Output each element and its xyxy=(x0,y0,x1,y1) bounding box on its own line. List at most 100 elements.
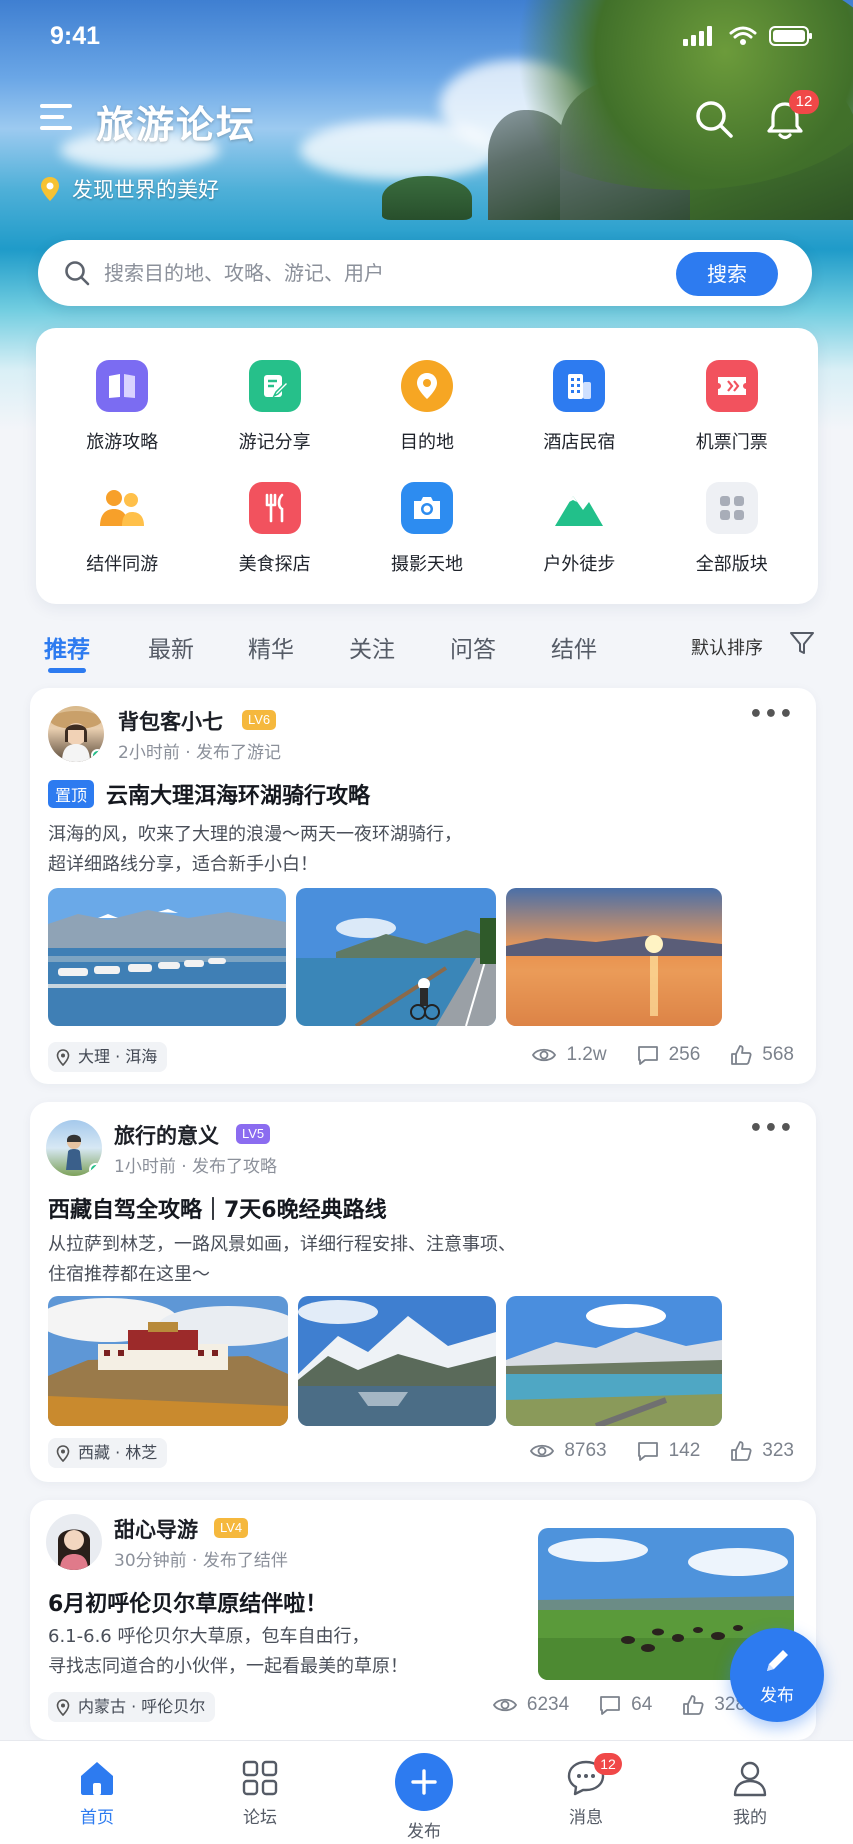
tab-qa[interactable]: 问答 xyxy=(450,630,496,664)
category-all[interactable]: 全部版块 xyxy=(656,468,808,590)
fab-label: 发布 xyxy=(760,1685,794,1706)
avatar[interactable] xyxy=(46,1120,102,1176)
plus-icon xyxy=(395,1753,453,1811)
more-icon[interactable]: ••• xyxy=(749,1116,794,1141)
edit-note-icon xyxy=(248,360,301,412)
location-chip[interactable]: 西藏 · 林芝 xyxy=(48,1438,168,1468)
page-title: 旅游论坛 xyxy=(96,103,257,147)
fork-knife-icon xyxy=(248,482,301,534)
category-tickets[interactable]: 机票门票 xyxy=(656,346,808,468)
nav-label: 首页 xyxy=(80,1808,114,1828)
nav-messages[interactable]: 12 消息 xyxy=(526,1753,646,1828)
comments-stat[interactable]: 142 xyxy=(637,1440,700,1462)
nav-home[interactable]: 首页 xyxy=(37,1759,157,1828)
category-food[interactable]: 美食探店 xyxy=(198,468,350,590)
author-name[interactable]: 甜心导游 xyxy=(114,1514,198,1544)
location-pin-icon xyxy=(56,1445,70,1462)
avatar[interactable] xyxy=(48,706,104,762)
online-indicator xyxy=(91,749,104,762)
location-pin-icon xyxy=(56,1699,70,1716)
filter-icon[interactable] xyxy=(789,630,815,656)
search-bar: 搜索 xyxy=(38,240,812,306)
post-card[interactable]: 甜心导游 LV4 30分钟前 · 发布了结伴 6月初呼伦贝尔草原结伴啦！ 6.1… xyxy=(30,1500,816,1740)
tab-buddy[interactable]: 结伴 xyxy=(551,630,597,664)
likes-stat[interactable]: 568 xyxy=(730,1044,794,1066)
nav-publish[interactable]: 发布 xyxy=(364,1753,484,1842)
location-tagline: 发现世界的美好 xyxy=(40,174,219,204)
category-travel-buddy[interactable]: 结伴同游 xyxy=(46,468,198,590)
category-label: 游记分享 xyxy=(238,432,311,453)
post-image[interactable] xyxy=(298,1296,496,1426)
post-title[interactable]: 西藏自驾全攻略｜7天6晚经典路线 xyxy=(48,1192,387,1224)
location-chip[interactable]: 内蒙古 · 呼伦贝尔 xyxy=(48,1692,216,1722)
post-title[interactable]: 6月初呼伦贝尔草原结伴啦！ xyxy=(48,1586,327,1618)
eye-icon xyxy=(530,1444,555,1458)
location-chip[interactable]: 大理 · 洱海 xyxy=(48,1042,168,1072)
comments-stat[interactable]: 256 xyxy=(637,1044,700,1066)
category-hotel[interactable]: 酒店民宿 xyxy=(503,346,655,468)
post-desc-line: 寻找志同道合的小伙伴，一起看最美的草原！ xyxy=(48,1656,408,1677)
nav-label: 论坛 xyxy=(243,1808,277,1828)
nav-label: 我的 xyxy=(733,1808,767,1828)
views-stat: 8763 xyxy=(530,1440,607,1462)
post-description: 6.1-6.6 呼伦贝尔大草原，包车自由行， 寻找志同道合的小伙伴，一起看最美的… xyxy=(48,1622,408,1682)
grid-icon xyxy=(242,1760,278,1796)
post-image[interactable] xyxy=(506,1296,722,1426)
post-meta: 30分钟前 · 发布了结伴 xyxy=(114,1551,288,1571)
battery-icon xyxy=(769,26,812,46)
tab-following[interactable]: 关注 xyxy=(349,630,395,664)
sort-dropdown[interactable]: 默认排序 xyxy=(691,634,763,660)
home-icon xyxy=(81,1762,113,1795)
post-meta: 2小时前 · 发布了游记 xyxy=(118,743,282,763)
menu-icon[interactable] xyxy=(40,104,74,138)
publish-fab[interactable]: 发布 xyxy=(730,1628,824,1722)
pencil-icon xyxy=(767,1649,788,1671)
status-time: 9:41 xyxy=(50,22,101,50)
category-label: 户外徒步 xyxy=(543,554,616,575)
nav-me[interactable]: 我的 xyxy=(690,1759,810,1828)
category-destination[interactable]: 目的地 xyxy=(351,346,503,468)
post-stats: 8763 142 323 xyxy=(500,1440,794,1462)
location-pin-icon xyxy=(400,360,453,412)
post-card[interactable]: 背包客小七 LV6 2小时前 · 发布了游记 ••• 置顶 云南大理洱海环湖骑行攻… xyxy=(30,688,816,1084)
views-stat: 6234 xyxy=(492,1694,569,1716)
author-name[interactable]: 旅行的意义 xyxy=(114,1120,219,1150)
thumbs-up-icon xyxy=(731,1045,752,1065)
author-name[interactable]: 背包客小七 xyxy=(118,706,223,736)
post-image[interactable] xyxy=(506,888,722,1026)
location-pin-icon xyxy=(41,177,59,201)
location-pin-icon xyxy=(56,1049,70,1066)
tab-featured[interactable]: 精华 xyxy=(248,630,294,664)
likes-stat[interactable]: 323 xyxy=(730,1440,794,1462)
comments-stat[interactable]: 64 xyxy=(599,1694,652,1716)
category-travel-guide[interactable]: 旅游攻略 xyxy=(46,346,198,468)
category-hiking[interactable]: 户外徒步 xyxy=(503,468,655,590)
search-icon xyxy=(65,261,90,286)
location-text: 西藏 · 林芝 xyxy=(78,1443,158,1462)
notification-badge: 12 xyxy=(789,90,819,114)
category-photography[interactable]: 摄影天地 xyxy=(351,468,503,590)
post-image[interactable] xyxy=(296,888,496,1026)
search-icon[interactable] xyxy=(693,98,735,140)
search-button[interactable]: 搜索 xyxy=(676,252,778,296)
top-bar: 旅游论坛 12 xyxy=(0,90,853,152)
mountain-icon xyxy=(553,482,605,534)
tab-latest[interactable]: 最新 xyxy=(148,630,194,664)
category-label: 机票门票 xyxy=(695,432,768,453)
more-icon[interactable]: ••• xyxy=(749,702,794,727)
avatar[interactable] xyxy=(46,1514,102,1570)
post-card[interactable]: 旅行的意义 LV5 1小时前 · 发布了攻略 ••• 西藏自驾全攻略｜7天6晚经… xyxy=(30,1102,816,1482)
post-image[interactable] xyxy=(48,888,286,1026)
tab-recommended[interactable]: 推荐 xyxy=(44,630,90,664)
category-label: 旅游攻略 xyxy=(86,432,159,453)
post-image[interactable] xyxy=(48,1296,288,1426)
category-travel-notes[interactable]: 游记分享 xyxy=(198,346,350,468)
signal-icon xyxy=(683,26,712,46)
post-title[interactable]: 置顶 云南大理洱海环湖骑行攻略 xyxy=(48,778,370,810)
search-input[interactable] xyxy=(104,254,664,292)
post-stats: 6234 64 328 xyxy=(463,1694,746,1716)
user-icon xyxy=(733,1761,767,1797)
nav-forum[interactable]: 论坛 xyxy=(200,1759,320,1828)
category-label: 摄影天地 xyxy=(390,554,463,575)
location-text: 内蒙古 · 呼伦贝尔 xyxy=(78,1697,206,1716)
